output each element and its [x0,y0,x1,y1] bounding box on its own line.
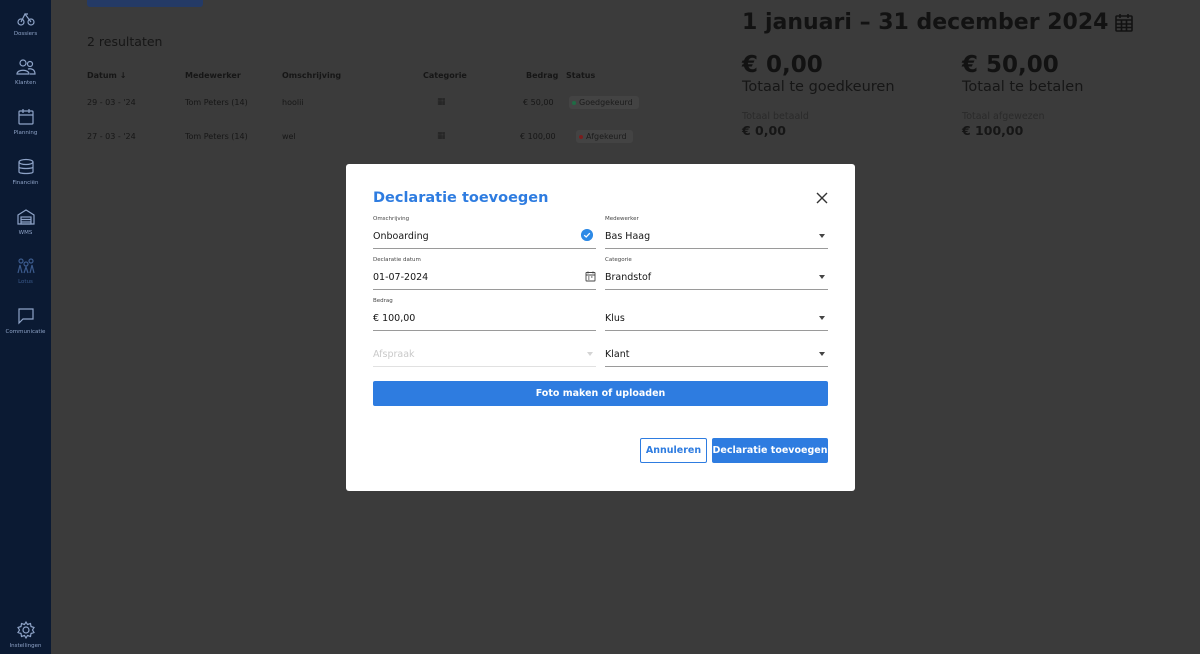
sidebar-item-dossiers[interactable]: Dossiers [0,8,51,37]
sidebar-item-planning[interactable]: Planning [0,107,51,136]
column-header-employee[interactable]: Medewerker [185,71,241,80]
chevron-down-icon [819,234,825,238]
category-icon: ▦ [437,131,446,141]
rejected-label: Totaal afgewezen [962,111,1045,122]
chevron-down-icon [587,352,593,356]
chevron-down-icon [819,275,825,279]
sidebar: Dossiers Klanten Planning Financiën WMS … [0,0,51,654]
field-label: Medewerker [605,216,639,222]
sidebar-item-label: Klanten [14,80,37,86]
calendar-icon[interactable] [585,271,596,282]
paid-label: Totaal betaald [742,111,809,122]
period-label: 1 januari – 31 december 2024 [742,10,1109,35]
period-selector[interactable]: 1 januari – 31 december 2024 [742,10,1134,35]
customers-icon [15,59,36,75]
to-approve-label: Totaal te goedkeuren [742,79,895,95]
coins-icon [17,158,34,175]
row-amount[interactable]: € 50,00 [523,98,554,107]
row-date[interactable]: 29 - 03 - '24 [87,98,136,107]
column-header-amount[interactable]: Bedrag [526,71,558,80]
category-icon: ▦ [437,97,446,107]
appointment-placeholder: Afspraak [373,349,415,360]
add-declaration-button[interactable] [87,0,203,7]
sidebar-item-label: Dossiers [13,31,38,37]
cancel-button[interactable]: Annuleren [640,438,707,463]
to-pay-label: Totaal te betalen [962,79,1084,95]
status-badge: Afgekeurd [576,130,633,143]
chevron-down-icon [819,316,825,320]
row-description[interactable]: wel [282,132,296,141]
field-label: Bedrag [373,298,393,304]
field-label: Omschrijving [373,216,410,222]
calendar-icon [17,109,34,125]
amount-input[interactable]: € 100,00 [373,313,415,324]
column-header-status[interactable]: Status [566,71,595,80]
employee-value: Bas Haag [605,231,651,242]
description-input[interactable]: Onboarding [373,231,429,242]
paid-amount: € 0,00 [742,123,786,138]
chat-icon [17,308,34,325]
add-declaration-dialog: Declaratie toevoegen Omschrijving Onboar… [346,164,855,491]
sidebar-item-label: Financiën [12,180,39,186]
row-employee[interactable]: Tom Peters (14) [185,98,248,107]
category-select[interactable]: Categorie Brandstof [605,257,828,290]
result-count: 2 resultaten [87,34,163,49]
sidebar-item-communicatie[interactable]: Communicatie [0,306,51,335]
dossiers-icon [16,12,35,26]
sidebar-item-wms[interactable]: WMS [0,207,51,236]
add-declaration-submit-button[interactable]: Declaratie toevoegen [712,438,828,463]
employee-select[interactable]: Medewerker Bas Haag [605,216,828,249]
sidebar-item-klanten[interactable]: Klanten [0,57,51,86]
column-header-date[interactable]: Datum ↓ [87,71,126,80]
check-icon [581,229,593,241]
date-input[interactable]: 01-07-2024 [373,272,428,283]
status-badge: Goedgekeurd [569,96,639,109]
sort-arrow-icon: ↓ [119,71,127,80]
row-description[interactable]: hoolii [282,98,304,107]
chevron-down-icon [819,352,825,356]
rejected-amount: € 100,00 [962,123,1024,138]
sidebar-item-label: Planning [13,130,38,136]
sidebar-item-financien[interactable]: Financiën [0,157,51,186]
calendar-icon[interactable] [1114,13,1134,33]
row-employee[interactable]: Tom Peters (14) [185,132,248,141]
amount-field[interactable]: Bedrag € 100,00 [373,298,596,331]
close-icon[interactable] [815,191,829,205]
status-dot [579,135,583,139]
field-label: Categorie [605,257,632,263]
sidebar-item-label: Lotus [18,279,33,285]
sidebar-item-label: WMS [18,230,33,236]
date-field[interactable]: Declaratie datum 01-07-2024 [373,257,596,290]
warehouse-icon [16,209,35,225]
column-header-category[interactable]: Categorie [423,71,467,80]
field-label: Declaratie datum [373,257,421,263]
appointment-select: Afspraak [373,334,596,367]
client-select[interactable]: Klant [605,334,828,367]
client-value: Klant [605,349,630,360]
team-icon [16,258,35,274]
job-value: Klus [605,313,625,324]
dialog-title: Declaratie toevoegen [373,190,549,206]
to-pay-amount: € 50,00 [962,52,1059,78]
row-amount[interactable]: € 100,00 [520,132,556,141]
status-dot [572,101,576,105]
category-value: Brandstof [605,272,652,283]
row-date[interactable]: 27 - 03 - '24 [87,132,136,141]
gear-icon [16,620,35,640]
description-field[interactable]: Omschrijving Onboarding [373,216,596,249]
to-approve-amount: € 0,00 [742,52,823,78]
upload-photo-button[interactable]: Foto maken of uploaden [373,381,828,406]
sidebar-item-settings[interactable]: Instellingen [0,620,51,649]
sidebar-item-label: Communicatie [5,329,46,335]
sidebar-item-lotus[interactable]: Lotus [0,256,51,285]
column-header-description[interactable]: Omschrijving [282,71,341,80]
sidebar-item-label: Instellingen [9,643,42,649]
job-select[interactable]: Klus [605,298,828,331]
